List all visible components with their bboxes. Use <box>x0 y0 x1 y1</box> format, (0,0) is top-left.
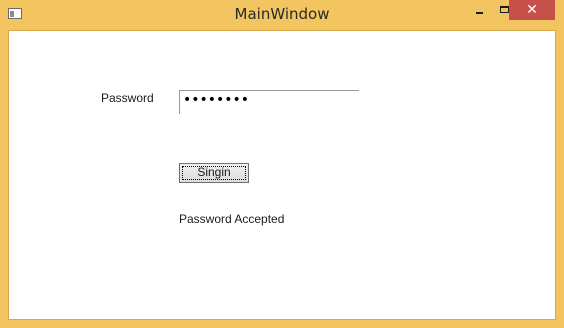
signin-button[interactable]: Singin <box>179 163 249 183</box>
minimize-icon <box>476 12 483 14</box>
close-icon: ✕ <box>526 2 538 18</box>
main-window: MainWindow ✕ Password •••••••• Singin Pa… <box>0 0 564 328</box>
minimize-button[interactable] <box>466 0 492 20</box>
maximize-icon <box>500 6 509 13</box>
client-area: Password •••••••• Singin Password Accept… <box>8 30 556 320</box>
close-button[interactable]: ✕ <box>509 0 555 20</box>
password-input[interactable]: •••••••• <box>179 90 359 114</box>
status-message: Password Accepted <box>179 212 285 226</box>
password-label: Password <box>101 91 154 105</box>
password-masked-value: •••••••• <box>183 92 250 108</box>
title-bar[interactable]: MainWindow ✕ <box>0 0 564 30</box>
focus-rectangle <box>182 166 246 180</box>
